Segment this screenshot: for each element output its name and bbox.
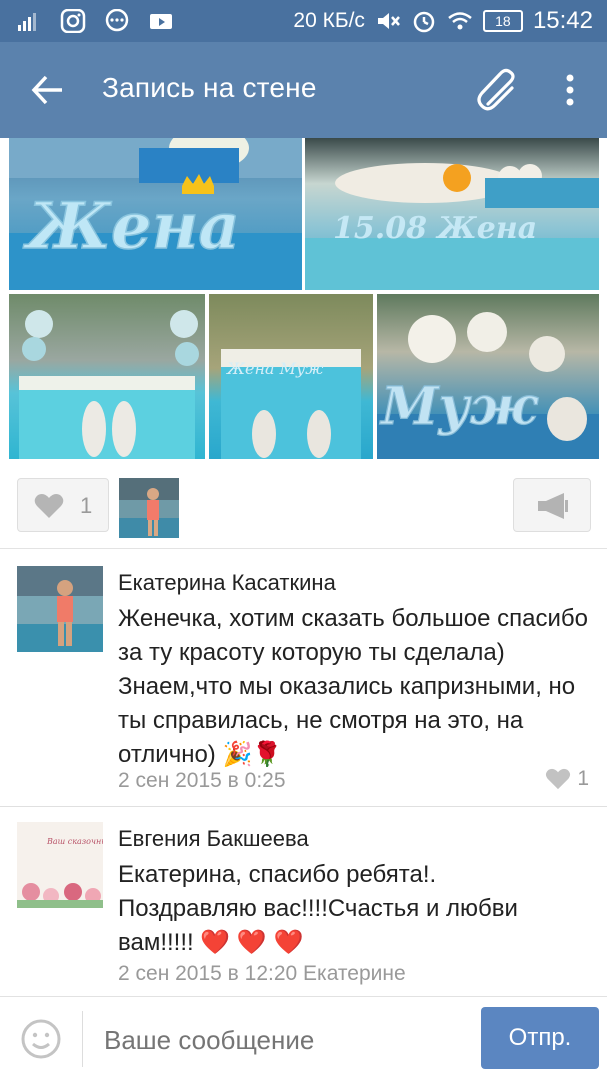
post-photo[interactable]: Жена [9,138,302,290]
comment-text: Женечка, хотим сказать большое спасибо з… [118,602,598,772]
post-photo[interactable]: Жена Муж [209,294,373,459]
like-button[interactable]: 1 [17,478,109,532]
battery-level: 18 [495,13,511,29]
comment-text: Екатерина, спасибо ребята!. Поздравляю в… [118,858,598,960]
battery-indicator: 18 [482,10,523,32]
post-photo[interactable]: Муж [377,294,599,459]
app-bar: Запись на стене [0,42,607,138]
youtube-icon [150,14,172,29]
avatar[interactable] [17,566,103,652]
comment-line: за ту красоту которую ты сделала) [118,639,505,666]
heart-icon [34,494,64,518]
megaphone-icon [538,493,568,519]
more-vert-icon[interactable] [558,70,582,110]
message-input[interactable] [104,1025,464,1056]
share-button[interactable] [513,478,591,532]
post-photo[interactable]: 15.08 Жена [305,138,599,290]
comment-like-button[interactable]: 1 [545,767,589,791]
network-speed: 20 КБ/с [293,9,365,32]
instagram-icon [60,9,86,33]
comment: Екатерина Касаткина Женечка, хотим сказа… [0,566,607,806]
alarm-icon [413,11,435,33]
composer-divider [82,1011,83,1067]
mute-icon [377,13,400,29]
signal-icon [18,13,36,31]
send-button[interactable]: Отпр. [481,1007,599,1069]
comment-line: Поздравляю вас!!!!Счастья и любви [118,895,518,922]
comment-author[interactable]: Евгения Бакшеева [118,826,309,852]
back-arrow-icon[interactable] [28,70,68,110]
comment-line: Знаем,что мы оказались капризными, но [118,673,576,700]
page-title: Запись на стене [102,72,317,103]
heart-icon [546,768,571,790]
post-actions: 1 [0,463,607,549]
comment-like-count: 1 [577,767,589,790]
liker-avatar[interactable] [119,478,179,538]
avatar-logo-text: Ваш сказочный декоратор [46,837,103,846]
chat-icon [105,9,129,32]
comment: Ваш сказочный декоратор Евгения Бакшеева… [0,822,607,992]
comment-date: 2 сен 2015 в 0:25 [118,769,286,792]
comment-author[interactable]: Екатерина Касаткина [118,570,336,596]
photo-caption-art: Муж [379,376,539,437]
comment-line: Женечка, хотим сказать большое спасибо [118,605,588,632]
photo-caption-art: Жена Муж [226,359,324,378]
comment-line: отлично) 🎉🌹 [118,741,283,768]
status-bar: 20 КБ/с 18 15:42 [0,0,607,42]
comment-line: Екатерина, спасибо ребята!. [118,861,437,888]
comment-date: 2 сен 2015 в 12:20 Екатерине [118,962,406,985]
clock: 15:42 [532,7,593,34]
comment-line: ты справилась, не смотря на это, на [118,707,524,734]
post-photo[interactable] [9,294,205,459]
comment-line: вам!!!!! ❤️ ❤️ ❤️ [118,929,304,956]
wifi-icon [448,12,472,30]
photo-caption-art: Жена [23,189,240,264]
emoji-icon[interactable] [20,1018,62,1060]
photo-caption-art: 15.08 Жена [333,211,537,246]
attachment-icon[interactable] [474,66,524,116]
message-composer: Отпр. [0,996,607,1080]
post-photos: Жена 15.08 Жена Жена Муж Муж [0,138,607,463]
like-count: 1 [80,493,93,518]
avatar[interactable]: Ваш сказочный декоратор [17,822,103,908]
divider [0,806,607,807]
